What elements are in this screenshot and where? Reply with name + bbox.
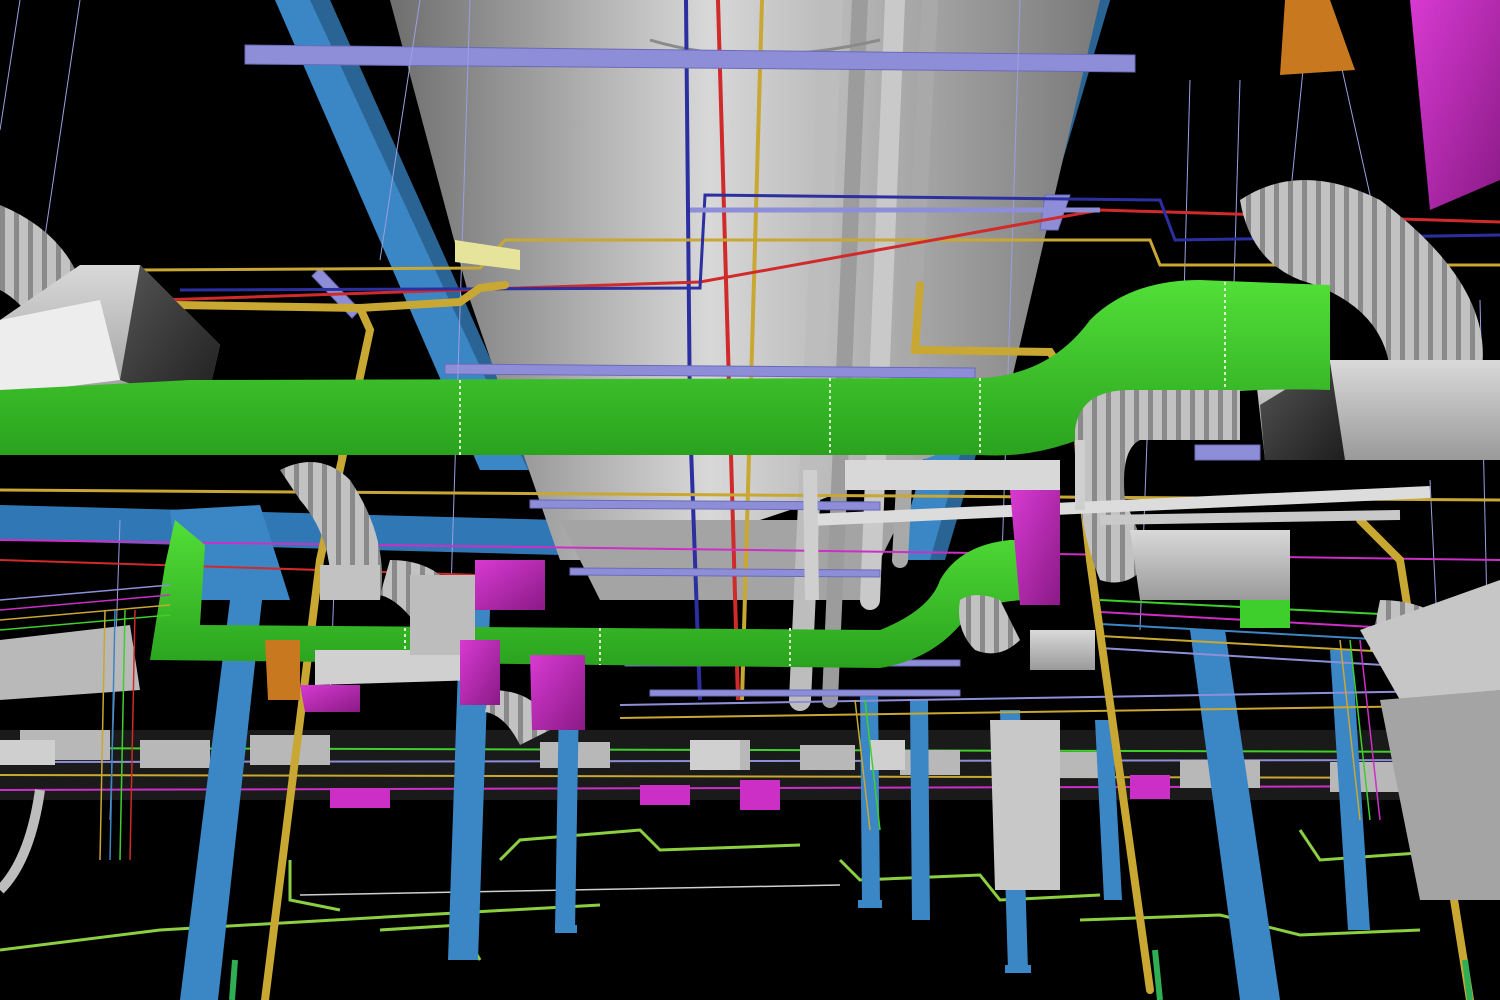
orange-damper <box>265 640 300 700</box>
column-icon <box>555 925 577 933</box>
mep-model-viewport[interactable] <box>0 0 1500 1000</box>
